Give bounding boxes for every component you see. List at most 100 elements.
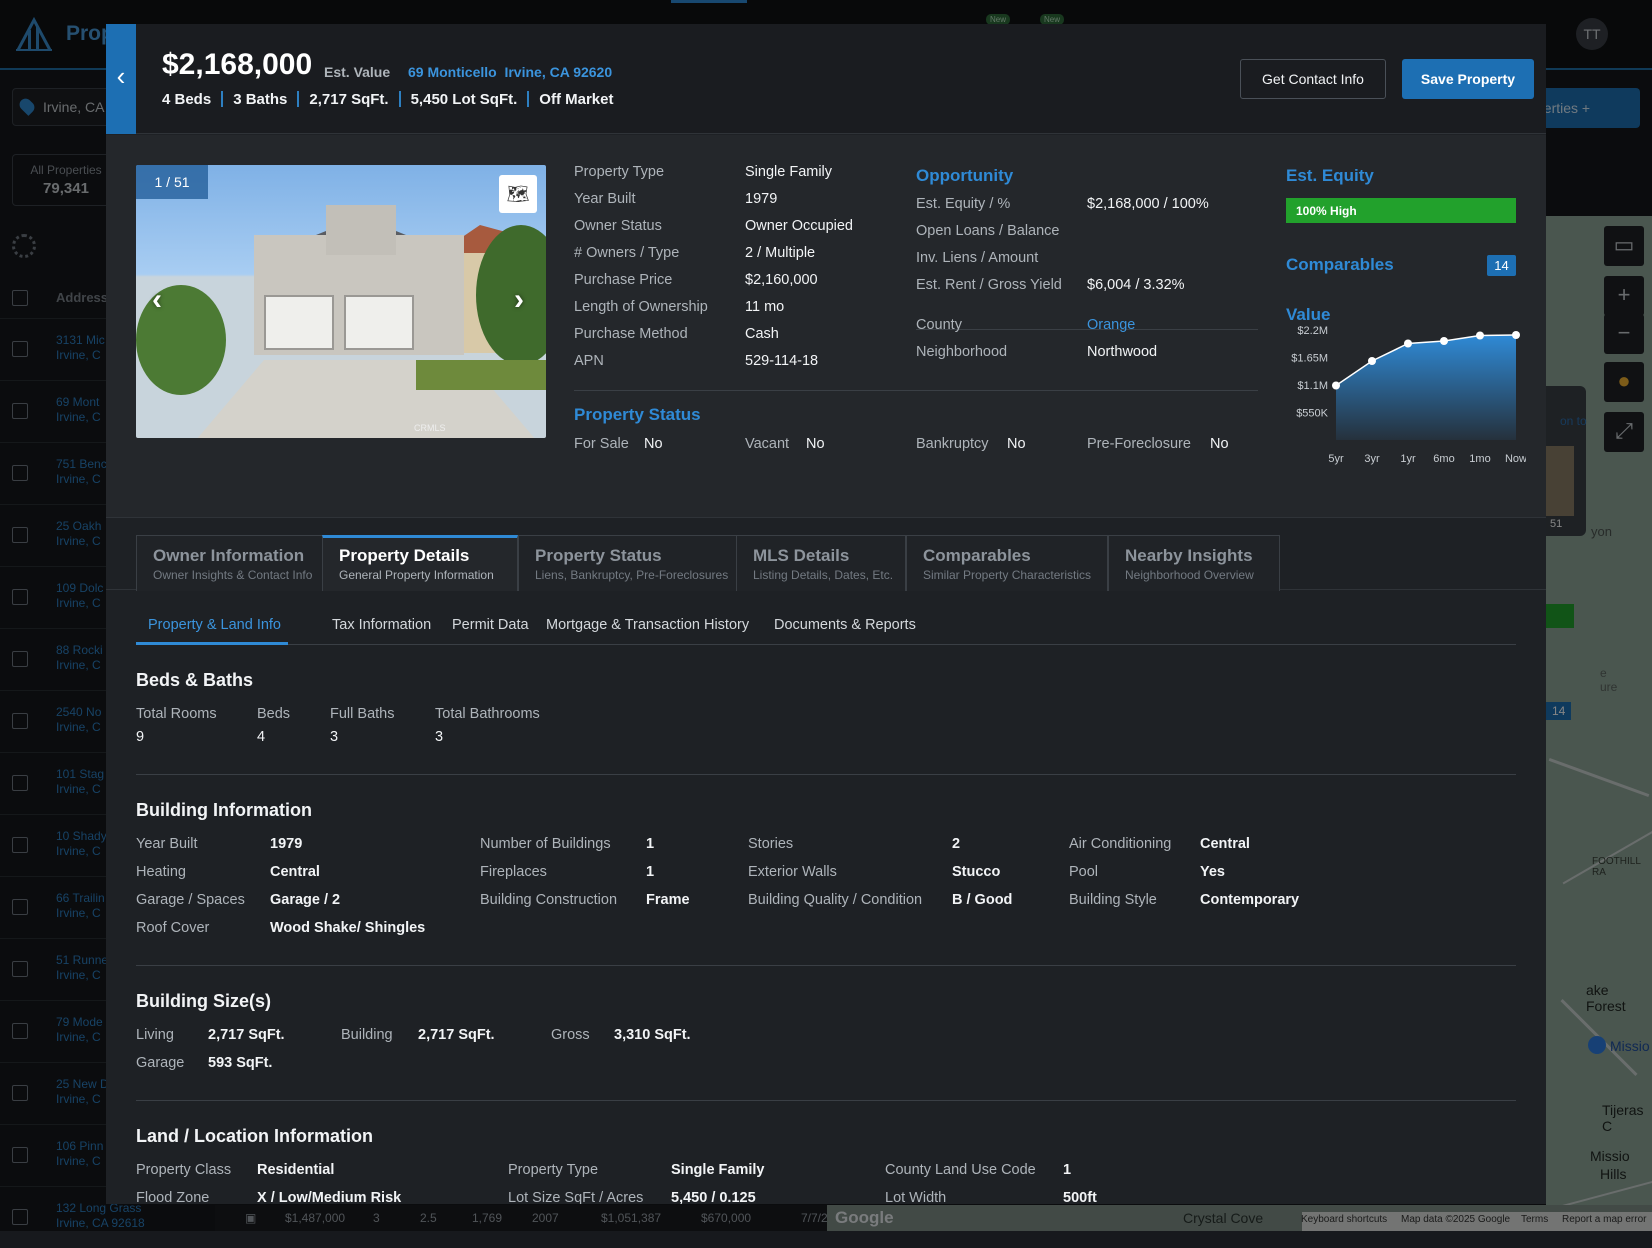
- subtab-active-indicator: [136, 642, 288, 645]
- field-label: Total Rooms: [136, 706, 217, 722]
- field-value: 500ft: [1063, 1190, 1097, 1204]
- baths-stat: 3 Baths: [233, 91, 288, 108]
- field-label: Garage / Spaces: [136, 892, 245, 908]
- field-value: 5,450 / 0.125: [671, 1190, 756, 1204]
- field-value: 2: [952, 836, 961, 852]
- status-value: No: [1210, 436, 1229, 452]
- field-value: 1979: [270, 836, 303, 852]
- subtab-documents-reports[interactable]: Documents & Reports: [774, 617, 916, 633]
- subtab-property-land-info[interactable]: Property & Land Info: [148, 617, 281, 633]
- building-size-title: Building Size(s): [136, 991, 271, 1011]
- tab-property-details[interactable]: Property Details General Property Informa…: [322, 535, 518, 591]
- field-value: Single Family: [671, 1162, 765, 1178]
- field-value: Contemporary: [1200, 892, 1300, 908]
- status-label: Pre-Foreclosure: [1087, 436, 1191, 452]
- field-label: Property Class: [136, 1162, 232, 1178]
- property-status-title: Property Status: [574, 405, 701, 424]
- status-label: Vacant: [745, 436, 790, 452]
- fact-value: Cash: [745, 326, 779, 342]
- tab-owner-information[interactable]: Owner Information Owner Insights & Contac…: [136, 535, 326, 591]
- tab-title: Owner Information: [153, 546, 305, 565]
- tab-title: MLS Details: [753, 546, 850, 565]
- subtab-mortgage-transaction-history[interactable]: Mortgage & Transaction History: [546, 617, 749, 633]
- map-view-icon[interactable]: 🗺: [499, 175, 537, 213]
- sqft-stat: 2,717 SqFt.: [309, 91, 389, 108]
- tab-property-status[interactable]: Property Status Liens, Bankruptcy, Pre-Fo…: [518, 535, 744, 591]
- field-label: Garage: [136, 1055, 185, 1071]
- field-label: Lot Width: [885, 1190, 947, 1204]
- field-label: Exterior Walls: [748, 864, 837, 880]
- subtab-permit-data[interactable]: Permit Data: [452, 617, 529, 633]
- address-city: Irvine, CA 92620: [504, 64, 613, 80]
- tab-title: Nearby Insights: [1125, 546, 1253, 565]
- tab-subtitle: Owner Insights & Contact Info: [153, 568, 313, 582]
- tab-comparables[interactable]: Comparables Similar Property Characterist…: [906, 535, 1108, 591]
- modal-header: ‹ $2,168,000 Est. Value 69 Monticello Ir…: [106, 24, 1546, 134]
- property-address-link[interactable]: 69 Monticello Irvine, CA 92620: [408, 64, 612, 80]
- fact-value: 1979: [745, 191, 778, 207]
- tab-subtitle: Listing Details, Dates, Etc.: [753, 568, 894, 582]
- fact-label: Purchase Price: [574, 272, 673, 288]
- tab-subtitle: General Property Information: [339, 568, 494, 582]
- sub-tabs: Property & Land Info Tax Information Permi…: [136, 611, 1516, 645]
- est-equity-title: Est. Equity: [1286, 166, 1374, 185]
- opportunity-label: Open Loans / Balance: [916, 223, 1060, 239]
- fact-label: APN: [574, 353, 604, 369]
- field-value: Central: [270, 864, 320, 880]
- fact-label: Purchase Method: [574, 326, 688, 342]
- fact-value: Single Family: [745, 164, 833, 180]
- tab-mls-details[interactable]: MLS Details Listing Details, Dates, Etc.: [736, 535, 906, 591]
- field-label: Stories: [748, 836, 794, 852]
- comparables-title[interactable]: Comparables: [1286, 255, 1394, 275]
- chevron-right-icon[interactable]: ›: [514, 283, 524, 317]
- beds-stat: 4 Beds: [162, 91, 212, 108]
- field-value: 3: [435, 729, 444, 745]
- neighborhood-label: Neighborhood: [916, 344, 1008, 360]
- fact-value: $2,160,000: [745, 272, 818, 288]
- property-photo-carousel[interactable]: CRMLS 1 / 51 🗺 ‹ ›: [136, 165, 546, 438]
- opportunity-label: Inv. Liens / Amount: [916, 250, 1039, 266]
- field-label: Flood Zone: [136, 1190, 210, 1204]
- field-label: Building: [341, 1027, 393, 1043]
- field-label: Gross: [551, 1027, 590, 1043]
- fact-label: Property Type: [574, 164, 665, 180]
- field-label: Building Style: [1069, 892, 1157, 908]
- beds-baths-title: Beds & Baths: [136, 670, 254, 690]
- subtab-tax-information[interactable]: Tax Information: [332, 617, 431, 633]
- field-value: Stucco: [952, 864, 1001, 880]
- x-tick-label: 5yr: [1328, 453, 1344, 465]
- save-property-button[interactable]: Save Property: [1402, 59, 1534, 99]
- x-tick-label: 1mo: [1469, 453, 1490, 465]
- field-label: Air Conditioning: [1069, 836, 1172, 852]
- field-label: Building Quality / Condition: [748, 892, 923, 908]
- equity-bar: 100% High: [1286, 198, 1516, 223]
- back-button[interactable]: ‹: [106, 24, 136, 134]
- value-point: [1512, 331, 1520, 339]
- comparables-count-badge[interactable]: 14: [1487, 255, 1516, 276]
- chevron-left-icon: ‹: [116, 61, 126, 91]
- get-contact-info-button[interactable]: Get Contact Info: [1240, 59, 1386, 99]
- field-value: 3: [330, 729, 339, 745]
- field-label: Living: [136, 1027, 174, 1043]
- building-info-title: Building Information: [136, 800, 312, 820]
- field-value: Residential: [257, 1162, 335, 1178]
- tab-nearby-insights[interactable]: Nearby Insights Neighborhood Overview: [1108, 535, 1280, 591]
- opportunity-label: Est. Equity / %: [916, 196, 1011, 212]
- x-tick-label: 1yr: [1400, 453, 1416, 465]
- field-label: Year Built: [136, 836, 198, 852]
- fact-value: Owner Occupied: [745, 218, 853, 234]
- property-summary: CRMLS 1 / 51 🗺 ‹ › Property Type Single F…: [106, 135, 1546, 518]
- chevron-left-icon[interactable]: ‹: [152, 283, 162, 317]
- county-link[interactable]: Orange: [1087, 317, 1135, 333]
- fact-label: Length of Ownership: [574, 299, 708, 315]
- x-tick-label: 6mo: [1433, 453, 1454, 465]
- value-point: [1476, 331, 1484, 340]
- photo-counter: 1 / 51: [136, 165, 208, 199]
- field-value: 1: [646, 864, 655, 880]
- opportunity-value: $2,168,000 / 100%: [1087, 196, 1209, 212]
- field-value: 2,717 SqFt.: [418, 1027, 495, 1043]
- opportunity-value: $6,004 / 3.32%: [1087, 277, 1185, 293]
- tab-subtitle: Neighborhood Overview: [1125, 568, 1254, 582]
- county-label: County: [916, 317, 962, 333]
- field-value: Wood Shake/ Shingles: [270, 920, 426, 936]
